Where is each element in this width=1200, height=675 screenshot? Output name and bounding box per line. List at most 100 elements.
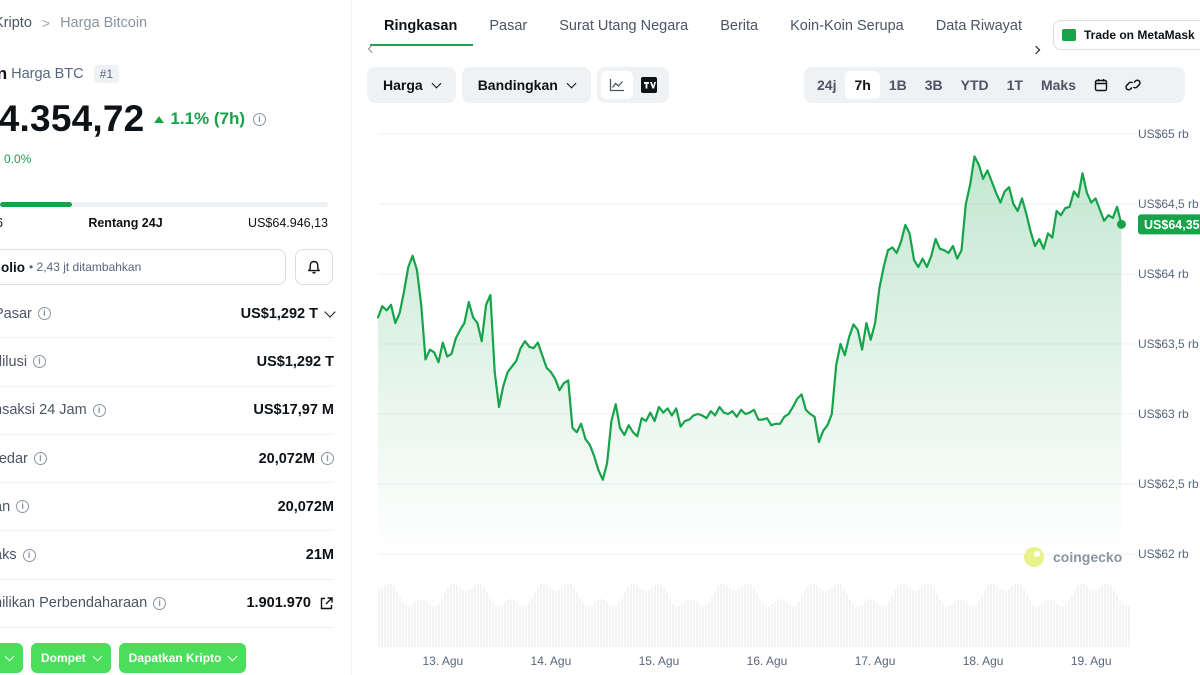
share-link-button[interactable] [1117,71,1149,99]
volume-bar [1035,606,1037,647]
period-option[interactable]: YTD [952,71,998,99]
volume-bar [1014,584,1016,647]
trade-on-metamask-button[interactable]: Trade on MetaMask [1053,20,1200,50]
volume-bar [732,590,734,647]
volume-bar [666,592,668,647]
volume-bar [423,599,425,647]
volume-bar [429,604,431,647]
stat-row: nilikan Perbendaharaan i 1.901.970 [0,580,334,629]
info-icon[interactable]: i [321,452,334,466]
volume-bar [750,584,752,647]
period-option[interactable]: 24j [808,71,845,99]
volume-bar [912,590,914,647]
volume-bar [723,583,725,647]
stat-label-text: redar [0,450,28,467]
info-icon[interactable]: i [153,596,167,610]
volume-bar [1104,584,1106,647]
stat-value: US$17,97 M [253,402,334,418]
volume-bar [1107,583,1109,647]
info-icon[interactable]: i [253,112,267,126]
price-alert-button[interactable] [295,249,333,285]
volume-bar [516,602,518,647]
action-button[interactable] [0,643,23,673]
compare-dropdown[interactable]: Bandingkan [461,67,591,103]
action-button[interactable]: Dapatkan Kripto [118,643,247,673]
calendar-button[interactable] [1085,71,1117,99]
volume-bar [606,602,608,647]
period-option[interactable]: 7h [845,71,880,99]
volume-bar [657,583,659,647]
volume-bar [462,589,464,647]
info-icon[interactable]: i [37,307,51,321]
volume-bar [726,585,728,647]
volume-bar [528,602,530,647]
tab-5[interactable]: Data Riwayat [920,0,1038,46]
range-low: 6 [0,216,3,230]
period-selector: 24j 7h 1B 3B YTD 1T Maks [804,67,1185,103]
fullscreen-button[interactable] [1149,71,1181,99]
info-icon[interactable]: i [33,355,47,369]
external-link-icon[interactable] [319,596,334,611]
price-dropdown[interactable]: Harga [367,67,456,103]
volume-bar [1080,583,1082,647]
range-bar [0,202,328,207]
stat-label: ani [0,499,30,515]
x-tick-label: 15. Agu [639,654,680,668]
volume-bar [855,606,857,647]
volume-bar [789,605,791,647]
chevron-left-icon[interactable] [367,44,377,54]
volume-bar [1128,605,1130,647]
period-option[interactable]: Maks [1032,71,1085,99]
volume-bar [1098,589,1100,647]
period-option[interactable]: 1B [880,71,916,99]
volume-bar [1056,603,1058,647]
volume-bar [711,597,713,647]
volume-bar [984,589,986,647]
volume-bar [486,591,488,647]
volume-bar [441,598,443,647]
stat-value[interactable]: US$1,292 T [241,306,336,322]
info-icon[interactable]: i [92,403,106,417]
stat-value-text: 20,072M [258,450,315,467]
period-option[interactable]: 1T [998,71,1032,99]
volume-bar [828,589,830,647]
volume-bar [690,599,692,647]
tab-1[interactable]: Pasar [473,0,543,46]
volume-bar [579,598,581,647]
volume-bar [759,598,761,647]
stat-row: dilusii US$1,292 T [0,338,334,387]
breadcrumb-separator-icon: > [41,15,51,31]
volume-bar [1053,600,1055,647]
breadcrumb-parent-link[interactable]: Kripto [0,15,32,31]
bell-icon [308,260,320,274]
tab-3[interactable]: Berita [704,0,774,46]
tab-0[interactable]: Ringkasan [353,0,474,46]
tab-2[interactable]: Surat Utang Negara [543,0,704,46]
volume-bar [405,605,407,647]
x-tick-label: 13. Agu [422,654,463,668]
volume-bar [471,587,473,647]
volume-bar [927,583,929,647]
volume-bar [1032,604,1034,647]
portfolio-added-count: • 2,43 jt ditambahkan [29,260,142,274]
info-icon[interactable]: i [16,500,30,514]
volume-bar [480,583,482,647]
chevron-right-icon[interactable] [1031,45,1041,55]
info-icon[interactable]: i [22,548,36,562]
add-to-portfolio-button[interactable]: olio • 2,43 jt ditambahkan [0,249,286,285]
volume-bar [504,602,506,647]
volume-bar [537,587,539,647]
price-chart[interactable]: US$65 rb US$64,5 rb US$64 rb US$63,5 rb US$6… [353,120,1200,675]
volume-bar [921,586,923,647]
volume-bar [411,605,413,647]
range-label: Rentang 24J [88,216,163,230]
volume-bar [885,605,887,647]
volume-bar [915,590,917,647]
tab-4[interactable]: Koin-Koin Serupa [774,0,920,46]
info-icon[interactable]: i [33,452,47,466]
line-chart-button[interactable] [600,71,633,99]
volume-bar [699,605,701,647]
tradingview-button[interactable] [633,71,665,99]
period-option[interactable]: 3B [916,71,952,99]
action-button[interactable]: Dompet [31,643,111,673]
